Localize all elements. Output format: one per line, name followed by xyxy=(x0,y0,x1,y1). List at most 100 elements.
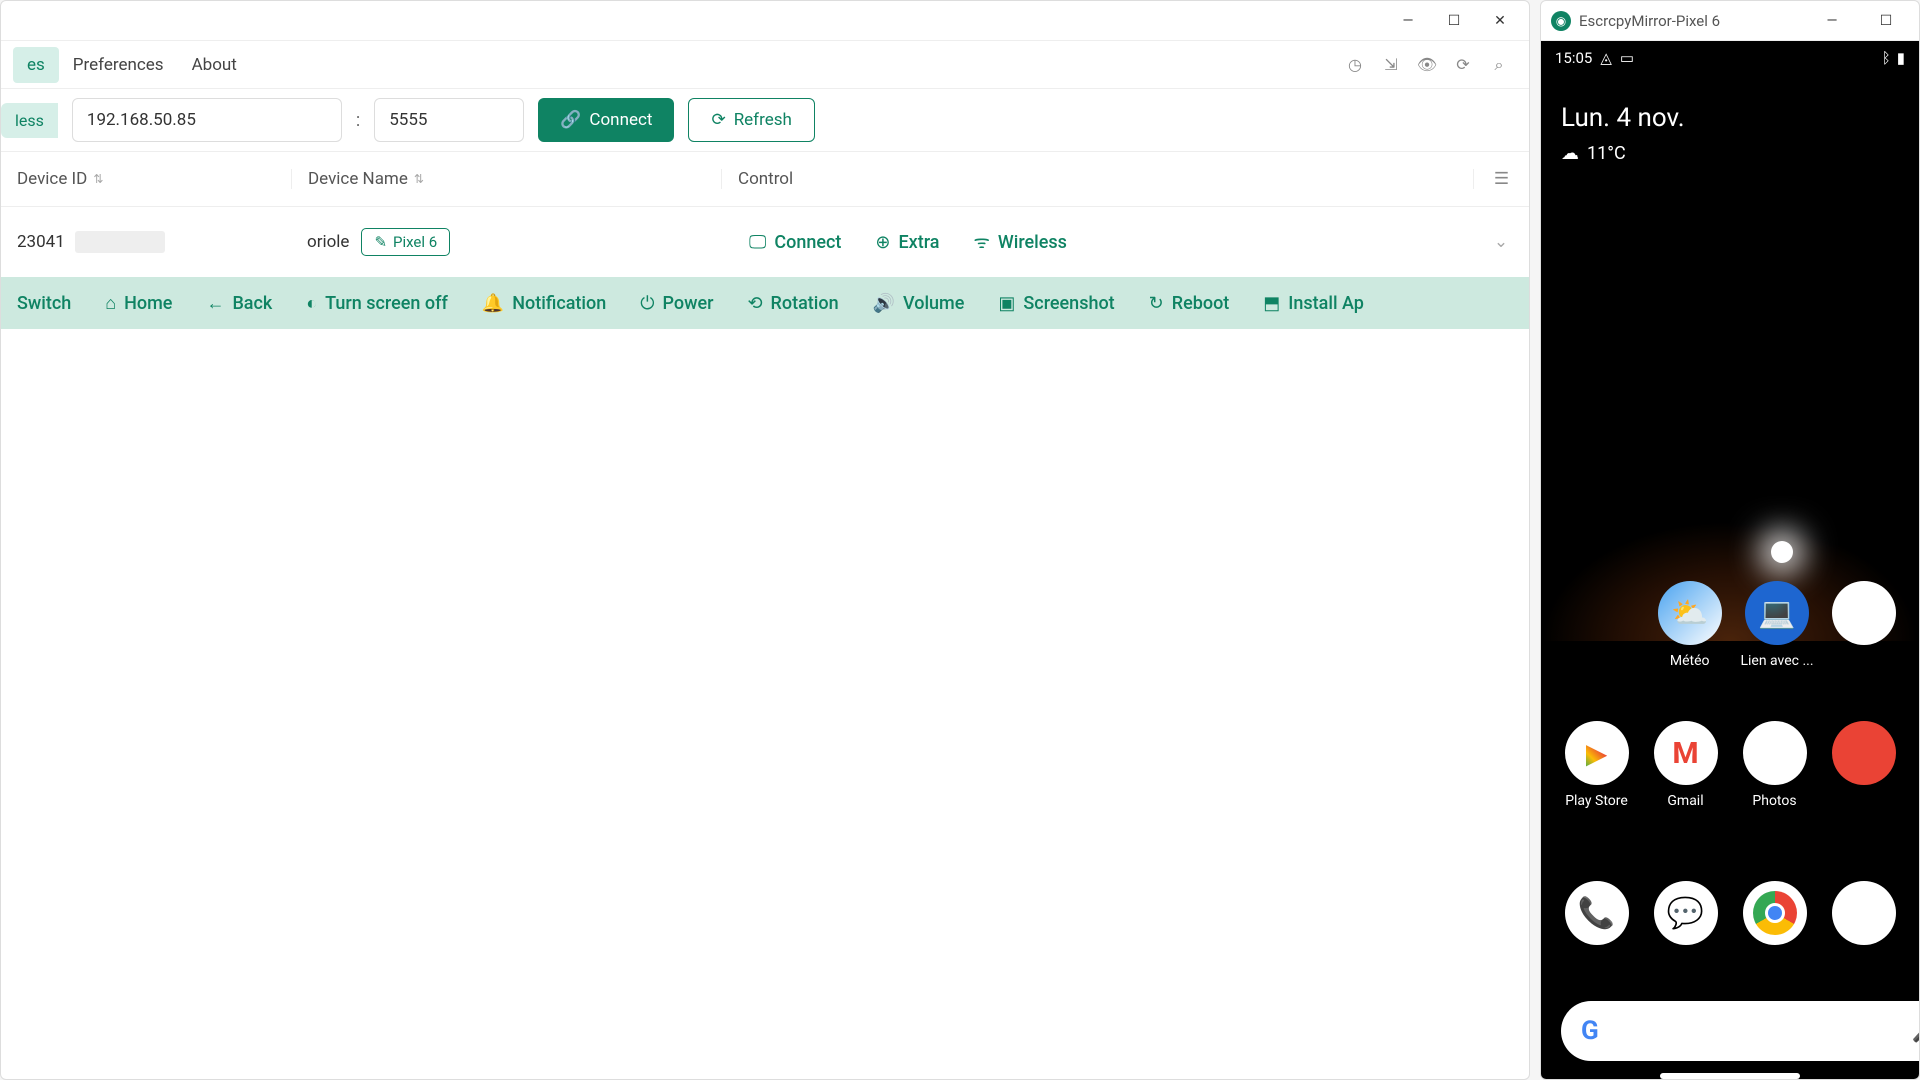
action-reboot[interactable]: ↻Reboot xyxy=(1149,293,1230,314)
cell-device-id: 23041 xyxy=(1,231,291,253)
partial-app-icon xyxy=(1832,581,1896,645)
visibility-icon[interactable]: 👁 xyxy=(1409,47,1445,83)
bell-icon: 🔔 xyxy=(482,293,504,314)
camera-icon: ▣ xyxy=(998,293,1015,314)
refresh-label: Refresh xyxy=(734,110,792,130)
menubar: es Preferences About ◷ ⇲ 👁 ⟳ ⌕ xyxy=(1,41,1529,89)
row-expand-button[interactable]: ⌄ xyxy=(1473,232,1529,252)
dock-messages[interactable]: 💬 xyxy=(1646,881,1725,945)
wireless-chip[interactable]: less xyxy=(1,103,58,138)
app-playstore[interactable]: ▶ Play Store xyxy=(1557,721,1636,809)
volume-icon: 🔊 xyxy=(873,293,895,314)
phone-screen[interactable]: 15:05 ◬ ▭ ᛒ ▮ Lun. 4 nov. ☁ 11°C ⛅ Météo… xyxy=(1541,41,1919,1079)
weather-temp: ☁ 11°C xyxy=(1561,143,1899,164)
weather-app-icon: ⛅ xyxy=(1658,581,1722,645)
main-titlebar: — ☐ ✕ xyxy=(1,1,1529,41)
eye-off-icon: ◐ xyxy=(306,293,317,314)
minimize-button[interactable]: — xyxy=(1385,5,1431,37)
messages-icon: 💬 xyxy=(1654,881,1718,945)
action-power[interactable]: ⏻Power xyxy=(640,293,713,314)
mirror-title: EscrcpyMirror-Pixel 6 xyxy=(1579,12,1801,30)
link-app-icon: 💻 xyxy=(1745,581,1809,645)
app-photos[interactable]: ✿ Photos xyxy=(1735,721,1814,809)
mirror-maximize-button[interactable]: ☐ xyxy=(1863,5,1909,37)
reload-icon[interactable]: ⟳ xyxy=(1445,47,1481,83)
action-notification[interactable]: 🔔Notification xyxy=(482,293,606,314)
reboot-icon: ↻ xyxy=(1149,293,1164,314)
connect-button[interactable]: 🔗 Connect xyxy=(538,98,674,142)
bluetooth-icon: ᛒ xyxy=(1882,49,1891,67)
app-gmail[interactable]: M Gmail xyxy=(1646,721,1725,809)
tab-devices[interactable]: es xyxy=(13,47,59,83)
maximize-button[interactable]: ☐ xyxy=(1431,5,1477,37)
close-button[interactable]: ✕ xyxy=(1477,5,1523,37)
phone-status-bar: 15:05 ◬ ▭ ᛒ ▮ xyxy=(1541,41,1919,75)
dock-phone[interactable]: 📞 xyxy=(1557,881,1636,945)
app-partial-2[interactable] xyxy=(1824,721,1903,809)
export-icon[interactable]: ⇲ xyxy=(1373,47,1409,83)
star-decoration xyxy=(1771,541,1793,563)
row-wireless-button[interactable]: ᯤ Wireless xyxy=(973,230,1066,254)
device-tag[interactable]: ✎ Pixel 6 xyxy=(361,228,450,256)
connect-label: Connect xyxy=(589,110,652,130)
back-icon: ← xyxy=(206,293,224,314)
tab-preferences[interactable]: Preferences xyxy=(59,47,178,83)
app-link[interactable]: 💻 Lien avec ... xyxy=(1738,581,1815,669)
tab-about[interactable]: About xyxy=(178,47,251,83)
refresh-icon: ⟳ xyxy=(711,110,725,130)
row-connect-button[interactable]: 🖵 Connect xyxy=(749,232,841,253)
plus-circle-icon: ⊕ xyxy=(875,232,890,253)
cast-icon: ▭ xyxy=(1620,49,1634,67)
history-icon[interactable]: ◷ xyxy=(1337,47,1373,83)
edit-icon: ✎ xyxy=(374,233,387,251)
google-logo-icon: G xyxy=(1581,1016,1599,1046)
status-time: 15:05 xyxy=(1555,49,1592,67)
port-input[interactable] xyxy=(374,98,524,142)
action-screen-off[interactable]: ◐Turn screen off xyxy=(306,293,448,314)
ip-input[interactable] xyxy=(72,98,342,142)
refresh-button[interactable]: ⟳ Refresh xyxy=(688,98,814,142)
table-row: 23041 oriole ✎ Pixel 6 🖵 Connect ⊕ Extra… xyxy=(1,207,1529,277)
app-meteo[interactable]: ⛅ Météo xyxy=(1651,581,1728,669)
action-back[interactable]: ←Back xyxy=(206,293,272,314)
dock-chrome[interactable] xyxy=(1735,881,1814,945)
phone-dock: 📞 💬 xyxy=(1541,881,1919,945)
mic-icon[interactable]: 🎤 xyxy=(1912,1019,1919,1044)
playstore-icon: ▶ xyxy=(1565,721,1629,785)
cloud-icon: ☁ xyxy=(1561,143,1579,164)
action-bar: Switch ⌂Home ←Back ◐Turn screen off 🔔Not… xyxy=(1,277,1529,329)
location-icon: ◬ xyxy=(1600,49,1612,67)
sort-icon: ⇅ xyxy=(414,172,424,186)
col-name-label: Device Name xyxy=(308,169,408,189)
action-install-app[interactable]: ⬒Install Ap xyxy=(1263,293,1364,314)
dock-partial[interactable] xyxy=(1824,881,1903,945)
weather-widget[interactable]: Lun. 4 nov. ☁ 11°C xyxy=(1541,75,1919,164)
action-home[interactable]: ⌂Home xyxy=(105,293,172,314)
col-device-name[interactable]: Device Name ⇅ xyxy=(291,169,721,189)
gesture-nav-pill[interactable] xyxy=(1660,1073,1800,1079)
app-row-2: ▶ Play Store M Gmail ✿ Photos xyxy=(1541,721,1919,809)
weather-date: Lun. 4 nov. xyxy=(1561,103,1899,133)
action-switch[interactable]: Switch xyxy=(17,293,71,314)
link-icon: 🔗 xyxy=(560,110,581,130)
app-icon: ◉ xyxy=(1551,11,1571,31)
mirror-minimize-button[interactable]: — xyxy=(1809,5,1855,37)
connection-row: less : 🔗 Connect ⟳ Refresh xyxy=(1,89,1529,151)
action-rotation[interactable]: ⟲Rotation xyxy=(747,293,838,314)
home-icon: ⌂ xyxy=(105,293,116,314)
table-settings-icon[interactable]: ☰ xyxy=(1473,169,1529,189)
row-extra-button[interactable]: ⊕ Extra xyxy=(875,232,939,253)
signal-icon: ▮ xyxy=(1897,49,1905,67)
action-screenshot[interactable]: ▣Screenshot xyxy=(998,293,1114,314)
google-search-bar[interactable]: G 🎤 xyxy=(1561,1001,1919,1061)
app-partial[interactable] xyxy=(1826,581,1903,669)
partial-icon-2 xyxy=(1832,721,1896,785)
action-volume[interactable]: 🔊Volume xyxy=(873,293,965,314)
gmail-icon: M xyxy=(1654,721,1718,785)
col-device-id[interactable]: Device ID ⇅ xyxy=(1,169,291,189)
device-tag-label: Pixel 6 xyxy=(393,233,437,251)
device-id-value: 23041 xyxy=(17,232,65,252)
search-icon[interactable]: ⌕ xyxy=(1481,47,1517,83)
table-header: Device ID ⇅ Device Name ⇅ Control ☰ xyxy=(1,151,1529,207)
app-row-1: ⛅ Météo 💻 Lien avec ... xyxy=(1541,581,1919,669)
